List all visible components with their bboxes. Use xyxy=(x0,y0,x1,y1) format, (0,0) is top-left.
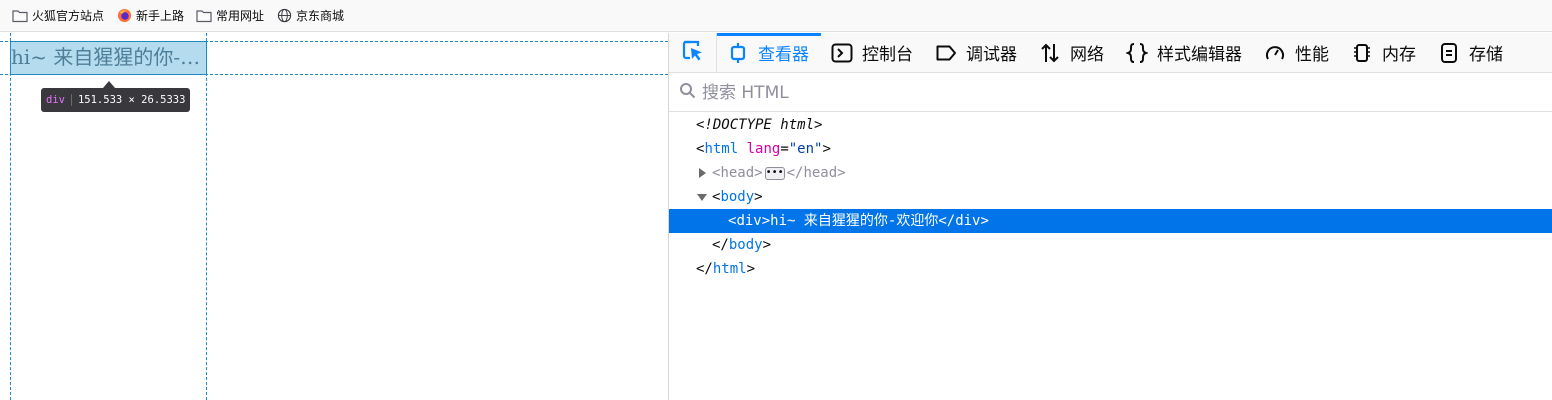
search-icon xyxy=(679,82,696,103)
attr-equals: = xyxy=(780,141,789,157)
tab-memory[interactable]: 内存 xyxy=(1341,33,1428,72)
tree-node-body[interactable]: <body> xyxy=(669,185,1552,209)
tab-console[interactable]: 控制台 xyxy=(821,33,925,72)
devtools-toolbar: 查看器 控制台 调试器 网络 样式编辑器 性能 内存 存储 xyxy=(669,33,1552,73)
tab-debugger[interactable]: 调试器 xyxy=(925,33,1029,72)
tag-name: html xyxy=(712,261,747,277)
tab-label: 性能 xyxy=(1295,45,1329,65)
tree-node-html-close[interactable]: </html> xyxy=(669,257,1552,281)
element-picker-button[interactable] xyxy=(669,33,717,72)
div-text-content: hi~ 来自猩猩的你-欢迎你 xyxy=(770,213,939,229)
tab-label: 存储 xyxy=(1469,45,1503,65)
triangle-right-icon xyxy=(698,168,706,178)
bookmark-firefox-official[interactable]: 火狐官方站点 xyxy=(8,4,108,28)
bookmark-label: 火狐官方站点 xyxy=(32,9,105,23)
expand-ellipsis-button[interactable]: ••• xyxy=(764,166,785,180)
tab-inspector[interactable]: 查看器 xyxy=(717,33,821,72)
infobar-tag: div xyxy=(46,94,65,106)
tag-bracket: > xyxy=(754,189,763,205)
collapse-twisty[interactable] xyxy=(696,185,708,209)
console-icon xyxy=(831,42,853,64)
infobar-separator xyxy=(70,94,72,106)
element-picker-icon xyxy=(681,39,705,67)
bookmarks-toolbar: 火狐官方站点 新手上路 常用网址 京东商城 xyxy=(0,0,1552,32)
element-infobar: div 151.533 × 26.5333 xyxy=(41,88,191,112)
storage-icon xyxy=(1438,42,1460,64)
triangle-down-icon xyxy=(697,193,707,201)
tag-name: div xyxy=(736,213,762,229)
tag-bracket: > xyxy=(762,237,772,253)
attr-value: "en" xyxy=(788,141,823,157)
body-close-tag: </body> xyxy=(712,233,771,257)
tag-name: body xyxy=(728,237,763,253)
bookmark-label: 常用网址 xyxy=(216,9,265,23)
html-close-tag: </html> xyxy=(696,257,755,281)
inspector-icon xyxy=(727,42,749,64)
highlighter-guide-right xyxy=(206,33,207,400)
markup-search-box xyxy=(669,74,1552,112)
tag-bracket: > xyxy=(761,213,771,229)
tab-storage[interactable]: 存储 xyxy=(1428,33,1515,72)
tab-label: 调试器 xyxy=(966,45,1017,65)
globe-icon xyxy=(276,8,292,24)
html-open-tag: <html lang="en"> xyxy=(696,137,831,161)
expand-twisty[interactable] xyxy=(696,161,708,185)
devtools-panel: 查看器 控制台 调试器 网络 样式编辑器 性能 内存 存储 搜索 HTML <!… xyxy=(668,33,1552,400)
tree-node-div-selected[interactable]: <div>hi~ 来自猩猩的你-欢迎你</div> xyxy=(669,209,1552,233)
tab-performance[interactable]: 性能 xyxy=(1254,33,1341,72)
network-icon xyxy=(1039,42,1061,64)
tag-bracket: > xyxy=(746,261,756,277)
folder-icon xyxy=(196,8,212,24)
div-node-markup: <div>hi~ 来自猩猩的你-欢迎你</div> xyxy=(728,209,989,233)
tab-label: 查看器 xyxy=(758,45,809,65)
tree-node-body-close[interactable]: </body> xyxy=(669,233,1552,257)
highlighter-guide-left xyxy=(10,33,11,400)
tag-bracket: </ xyxy=(712,237,729,253)
head-collapsed: <head> ••• </head> xyxy=(712,165,846,181)
style-editor-icon xyxy=(1126,42,1148,64)
attr-name: lang xyxy=(746,141,781,157)
page-viewport: hi~ 来自猩猩的你-… div 151.533 × 26.5333 xyxy=(0,33,668,400)
tag-bracket: </ xyxy=(696,261,713,277)
tag-bracket: > xyxy=(822,141,831,157)
tag-name: body xyxy=(720,189,755,205)
bookmark-jd-mall[interactable]: 京东商城 xyxy=(272,4,348,28)
infobar-arrow xyxy=(103,81,115,88)
bookmark-common-sites[interactable]: 常用网址 xyxy=(192,4,268,28)
tree-node-head[interactable]: <head> ••• </head> xyxy=(669,161,1552,185)
performance-icon xyxy=(1264,42,1286,64)
search-html-input[interactable] xyxy=(702,82,1102,103)
bookmark-label: 新手上路 xyxy=(136,9,185,23)
firefox-icon xyxy=(116,8,132,24)
page-div-text[interactable]: hi~ 来自猩猩的你-… xyxy=(11,43,207,71)
bookmark-getting-started[interactable]: 新手上路 xyxy=(112,4,188,28)
tab-network[interactable]: 网络 xyxy=(1029,33,1116,72)
tree-node-html[interactable]: <html lang="en"> xyxy=(669,137,1552,161)
tag-bracket: > xyxy=(980,213,989,229)
folder-icon xyxy=(12,8,28,24)
tag-name: head xyxy=(720,165,755,181)
memory-icon xyxy=(1351,42,1373,64)
infobar-size: 151.533 × 26.5333 xyxy=(77,94,186,106)
tab-label: 内存 xyxy=(1382,45,1416,65)
bookmark-label: 京东商城 xyxy=(296,9,345,23)
tag-name: head xyxy=(803,165,838,181)
tag-name: div xyxy=(955,213,981,229)
tree-node-doctype[interactable]: <!DOCTYPE html> xyxy=(669,113,1552,137)
tab-label: 网络 xyxy=(1070,45,1104,65)
doctype-text: <!DOCTYPE html> xyxy=(696,117,823,133)
tag-bracket: </ xyxy=(938,213,956,229)
tab-label: 样式编辑器 xyxy=(1157,45,1242,65)
markup-tree: <!DOCTYPE html> <html lang="en"> <head> •… xyxy=(669,113,1552,281)
tab-label: 控制台 xyxy=(862,45,913,65)
body-open-tag: <body> xyxy=(712,185,763,209)
tab-style-editor[interactable]: 样式编辑器 xyxy=(1116,33,1254,72)
tag-name: html xyxy=(704,141,739,157)
debugger-icon xyxy=(935,42,957,64)
